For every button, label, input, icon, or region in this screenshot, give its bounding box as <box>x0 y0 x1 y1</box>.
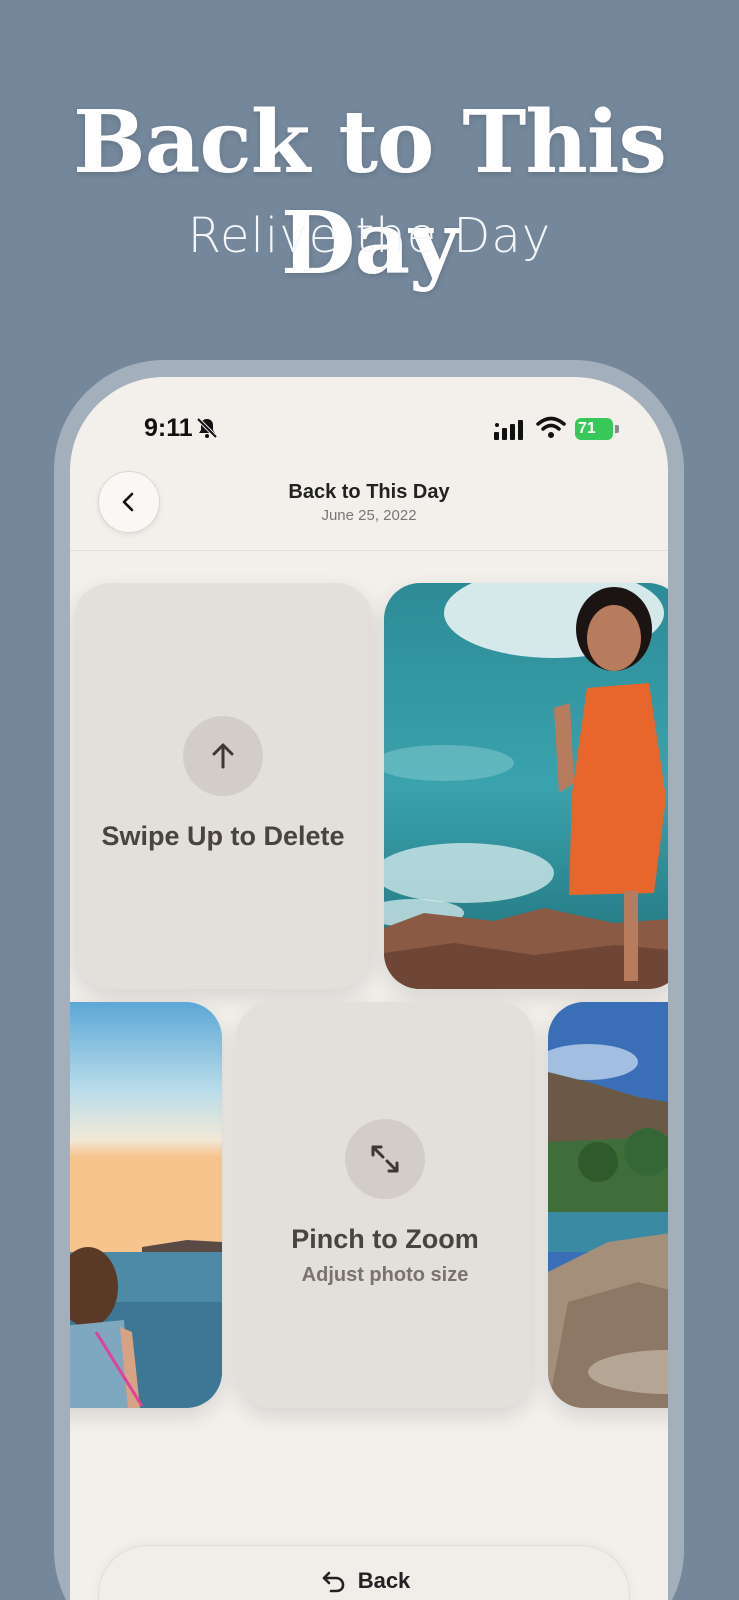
bell-slash-icon <box>196 417 218 439</box>
battery-level: 71 <box>578 420 596 437</box>
swipe-hint-icon-circle <box>183 716 263 796</box>
phone-screen: 9:11 71 Back to This Day June 25, 2022 S… <box>70 377 668 1600</box>
arrow-up-icon <box>212 743 234 769</box>
back-button-label: Back <box>357 1568 411 1593</box>
status-bar: 9:11 71 <box>70 407 668 447</box>
page-date: June 25, 2022 <box>321 507 417 524</box>
promo-subheadline: Relive the Day <box>187 208 552 264</box>
signal-icon <box>494 420 523 440</box>
woman-orange-dress-by-sea-photo <box>384 583 668 989</box>
back-button-content: Back <box>99 1568 631 1594</box>
swipe-hint-card[interactable]: Swipe Up to Delete <box>74 583 372 989</box>
photo-card-coast[interactable] <box>548 1002 668 1408</box>
status-time: 9:11 <box>144 414 193 442</box>
undo-arrow-icon <box>322 1571 345 1593</box>
woman-looking-at-sea-sunset-photo <box>70 1002 222 1408</box>
back-button[interactable]: Back <box>98 1545 630 1600</box>
zoom-hint-card[interactable]: Pinch to Zoom Adjust photo size <box>236 1002 534 1408</box>
nav-header: Back to This Day June 25, 2022 <box>70 467 668 551</box>
zoom-hint-title: Pinch to Zoom <box>291 1224 479 1254</box>
battery-icon: 71 <box>575 418 613 440</box>
coastal-rocks-landscape-photo <box>548 1002 668 1408</box>
photo-card-sunset-woman[interactable] <box>70 1002 222 1408</box>
swipe-hint-title: Swipe Up to Delete <box>101 821 345 851</box>
battery-cap <box>615 425 619 433</box>
zoom-hint-subtitle: Adjust photo size <box>301 1264 469 1286</box>
photo-card-beach-woman[interactable] <box>384 583 668 989</box>
page-title: Back to This Day <box>288 481 450 503</box>
zoom-hint-icon-circle <box>345 1119 425 1199</box>
expand-arrows-icon <box>371 1145 399 1173</box>
wifi-icon <box>536 416 566 438</box>
